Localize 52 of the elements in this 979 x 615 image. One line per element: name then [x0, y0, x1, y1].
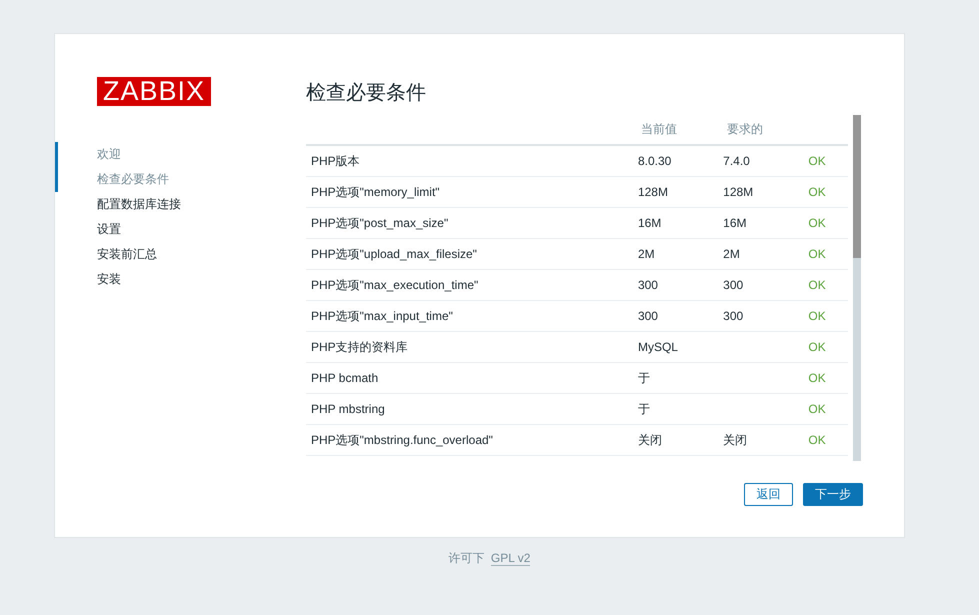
- status-text: OK: [808, 402, 826, 416]
- status-text: OK: [808, 309, 826, 323]
- table-cell: 2M: [638, 247, 655, 261]
- table-cell: MySQL: [638, 340, 678, 354]
- status-text: OK: [808, 185, 826, 199]
- step-item: 配置数据库连接: [97, 196, 181, 213]
- table-cell: 7.4.0: [723, 154, 750, 168]
- step-item: 检查必要条件: [97, 171, 169, 188]
- scrollbar[interactable]: [853, 115, 861, 461]
- table-cell: 300: [723, 309, 744, 323]
- table-cell: PHP选项"max_execution_time": [311, 278, 478, 292]
- column-header: 要求的: [727, 121, 764, 138]
- status-text: OK: [808, 216, 826, 230]
- table-cell: PHP mbstring: [311, 402, 385, 416]
- license-text: 许可下: [448, 551, 485, 565]
- table-cell: 16M: [638, 216, 662, 230]
- back-button[interactable]: 返回: [744, 483, 793, 506]
- table-cell: PHP选项"mbstring.func_overload": [311, 432, 493, 446]
- license-link[interactable]: GPL v2: [490, 551, 530, 566]
- table-cell: 关闭: [638, 432, 662, 446]
- step-item: 安装前汇总: [97, 246, 157, 263]
- zabbix-logo: ZABBIX: [97, 77, 211, 106]
- table-cell: 2M: [723, 247, 740, 261]
- step-item: 安装: [97, 271, 121, 288]
- table-cell: PHP选项"memory_limit": [311, 184, 440, 198]
- table-cell: 于: [638, 402, 650, 416]
- table-cell: PHP版本: [311, 154, 360, 168]
- table-cell: PHP bcmath: [311, 371, 378, 385]
- table-cell: PHP支持的资料库: [311, 340, 408, 354]
- table-cell: PHP选项"max_input_time": [311, 308, 453, 322]
- next-button[interactable]: 下一步: [803, 483, 863, 506]
- status-text: OK: [808, 278, 826, 292]
- table-cell: 关闭: [723, 432, 748, 446]
- table-cell: 128M: [723, 185, 754, 199]
- step-item: 欢迎: [97, 146, 121, 163]
- page-title: 检查必要条件: [306, 81, 427, 106]
- table-cell: PHP选项"post_max_size": [311, 216, 448, 230]
- status-text: OK: [808, 371, 826, 385]
- status-text: OK: [808, 154, 826, 168]
- step-item: 设置: [97, 221, 121, 238]
- status-text: OK: [808, 340, 826, 354]
- table-cell: PHP选项"upload_max_filesize": [311, 246, 477, 260]
- table-cell: 128M: [638, 185, 668, 199]
- table-cell: 16M: [723, 216, 746, 230]
- column-header: 当前值: [641, 121, 678, 138]
- table-cell: 300: [638, 278, 658, 292]
- table-cell: 300: [638, 309, 658, 323]
- table-cell: 于: [638, 370, 650, 384]
- table-cell: 300: [723, 278, 744, 292]
- status-text: OK: [808, 247, 826, 261]
- table-cell: 8.0.30: [638, 154, 672, 168]
- status-text: OK: [808, 433, 826, 447]
